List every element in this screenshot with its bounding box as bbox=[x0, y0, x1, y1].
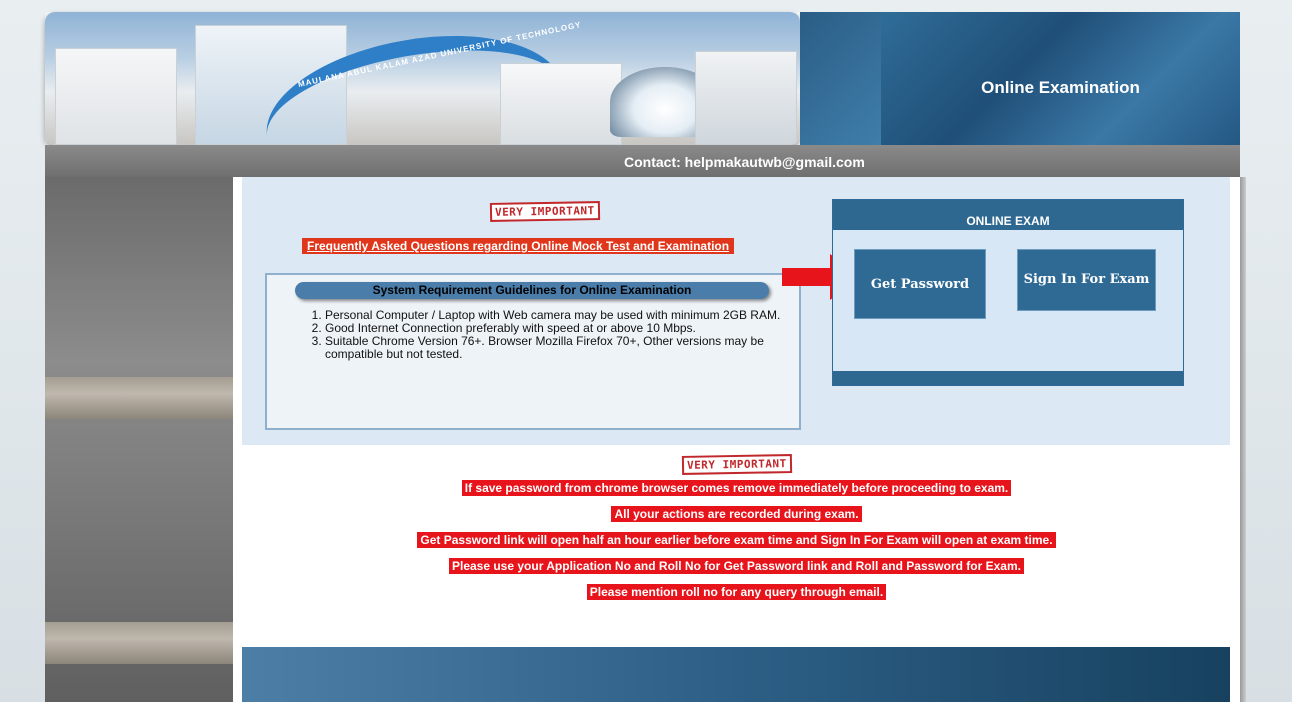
side-shelf bbox=[45, 377, 233, 419]
contact-email: Contact: helpmakautwb@gmail.com bbox=[624, 154, 865, 170]
side-shelf bbox=[45, 622, 233, 664]
online-exam-box: ONLINE EXAM Get Password Sign In For Exa… bbox=[832, 199, 1184, 386]
top-panel: VERY IMPORTANT Frequently Asked Question… bbox=[242, 177, 1230, 445]
online-exam-footer bbox=[833, 371, 1183, 385]
building-far-right bbox=[695, 51, 797, 145]
system-requirements-list: Personal Computer / Laptop with Web came… bbox=[307, 309, 785, 361]
page-frame: MAULANA ABUL KALAM AZAD UNIVERSITY OF TE… bbox=[45, 12, 1246, 702]
system-requirements-title: System Requirement Guidelines for Online… bbox=[295, 282, 769, 299]
building-left bbox=[55, 48, 177, 145]
main-content: VERY IMPORTANT Frequently Asked Question… bbox=[233, 177, 1240, 702]
sign-in-for-exam-button[interactable]: Sign In For Exam bbox=[1017, 249, 1156, 311]
system-requirements-box: System Requirement Guidelines for Online… bbox=[265, 273, 801, 430]
notice-line: Please use your Application No and Roll … bbox=[448, 558, 1024, 574]
very-important-badge: VERY IMPORTANT bbox=[681, 454, 792, 475]
important-notices: VERY IMPORTANT If save password from chr… bbox=[233, 454, 1240, 609]
get-password-button[interactable]: Get Password bbox=[854, 249, 986, 319]
university-banner-image: MAULANA ABUL KALAM AZAD UNIVERSITY OF TE… bbox=[45, 12, 800, 145]
notice-line: Please mention roll no for any query thr… bbox=[586, 584, 887, 600]
online-exam-heading: ONLINE EXAM bbox=[833, 200, 1183, 230]
very-important-badge: VERY IMPORTANT bbox=[489, 201, 600, 222]
footer-strip bbox=[242, 647, 1230, 702]
faq-link[interactable]: Frequently Asked Questions regarding Onl… bbox=[302, 238, 735, 254]
notice-line: If save password from chrome browser com… bbox=[461, 480, 1012, 496]
header-texture bbox=[800, 12, 881, 145]
contact-bar: Contact: helpmakautwb@gmail.com bbox=[45, 145, 1240, 177]
list-item: Suitable Chrome Version 76+. Browser Moz… bbox=[325, 335, 785, 361]
side-texture bbox=[45, 177, 233, 702]
notice-line: All your actions are recorded during exa… bbox=[611, 506, 862, 522]
header-title-panel: Online Examination bbox=[881, 12, 1240, 145]
page-title: Online Examination bbox=[981, 78, 1140, 97]
frame-shadow bbox=[1240, 177, 1246, 702]
notice-line: Get Password link will open half an hour… bbox=[417, 532, 1056, 548]
building-right bbox=[500, 63, 622, 145]
